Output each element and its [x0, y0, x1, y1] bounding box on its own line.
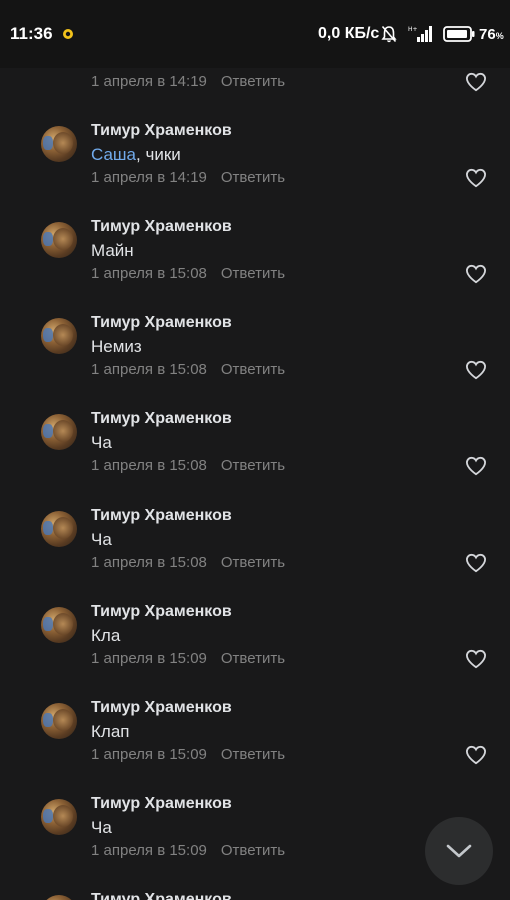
comment-meta: 1 апреля в 14:19 Ответить: [91, 169, 285, 186]
heart-icon[interactable]: [465, 168, 487, 188]
heart-icon[interactable]: [465, 745, 487, 765]
comment-item: Тимур Храменков Немиз 1 апреля в 15:08 От…: [0, 314, 510, 410]
comment-meta: 1 апреля в 15:08 Ответить: [91, 554, 285, 571]
comment-item: Тимур Храменков Клап 1 апреля в 15:09 Отв…: [0, 699, 510, 795]
heart-icon[interactable]: [465, 360, 487, 380]
mention-link[interactable]: Саша: [91, 145, 136, 164]
comment-meta: 1 апреля в 15:08 Ответить: [91, 457, 285, 474]
reply-button[interactable]: Ответить: [221, 842, 285, 859]
comment-meta: 1 апреля в 15:08 Ответить: [91, 361, 285, 378]
heart-icon[interactable]: [465, 456, 487, 476]
comment-text: Ча: [91, 818, 112, 837]
avatar[interactable]: [41, 126, 77, 162]
comment-text: Немиз: [91, 337, 142, 356]
status-time: 11:36: [10, 24, 53, 43]
comment-date: 1 апреля в 15:08: [91, 361, 207, 378]
comment-date: 1 апреля в 15:09: [91, 746, 207, 763]
reply-button[interactable]: Ответить: [221, 554, 285, 571]
comment-date: 1 апреля в 14:19: [91, 73, 207, 90]
heart-icon[interactable]: [465, 649, 487, 669]
comment-meta: 1 апреля в 15:09 Ответить: [91, 746, 285, 763]
comment-date: 1 апреля в 15:08: [91, 265, 207, 282]
comment-item: Тимур Храменков Саша, чики 1 апреля в 14…: [0, 122, 510, 218]
battery-icon: [443, 26, 475, 42]
heart-icon[interactable]: [465, 553, 487, 573]
avatar[interactable]: [41, 414, 77, 450]
heart-icon[interactable]: [465, 72, 487, 92]
comment-author[interactable]: Тимур Храменков: [91, 891, 232, 900]
avatar[interactable]: [41, 318, 77, 354]
comment-text: Ча: [91, 433, 112, 452]
comment-date: 1 апреля в 14:19: [91, 169, 207, 186]
avatar[interactable]: [41, 895, 77, 900]
status-bar: 11:36 0,0 КБ/с H+ 76%: [0, 0, 510, 68]
comment-author[interactable]: Тимур Храменков: [91, 795, 232, 813]
reply-button[interactable]: Ответить: [221, 265, 285, 282]
reply-button[interactable]: Ответить: [221, 361, 285, 378]
notification-app-icon: [63, 29, 73, 39]
comment-author[interactable]: Тимур Храменков: [91, 699, 232, 717]
reply-button[interactable]: Ответить: [221, 169, 285, 186]
comment-author[interactable]: Тимур Храменков: [91, 314, 232, 332]
reply-button[interactable]: Ответить: [221, 650, 285, 667]
heart-icon[interactable]: [465, 264, 487, 284]
reply-button[interactable]: Ответить: [221, 746, 285, 763]
comment-item: Тимур Храменков Майн 1 апреля в 15:08 Отв…: [0, 218, 510, 314]
comment-author[interactable]: Тимур Храменков: [91, 410, 232, 428]
battery-level: 76%: [479, 26, 504, 43]
comment-date: 1 апреля в 15:09: [91, 650, 207, 667]
comment-date: 1 апреля в 15:09: [91, 842, 207, 859]
reply-button[interactable]: Ответить: [221, 73, 285, 90]
comment-date: 1 апреля в 15:08: [91, 554, 207, 571]
comment-author[interactable]: Тимур Храменков: [91, 603, 232, 621]
comment-item: Тимур Храменков Ча 1 апреля в 15:08 Ответ…: [0, 410, 510, 506]
comment-item: Тимур Храменков Ча 1 апреля в 15:08 Ответ…: [0, 507, 510, 603]
avatar[interactable]: [41, 222, 77, 258]
avatar[interactable]: [41, 607, 77, 643]
comment-meta: 1 апреля в 15:09 Ответить: [91, 842, 285, 859]
comment-text: Клап: [91, 722, 130, 741]
chevron-down-icon: [446, 844, 472, 858]
avatar[interactable]: [41, 703, 77, 739]
comment-meta: 1 апреля в 14:19 Ответить: [91, 73, 285, 90]
network-speed: 0,0 КБ/с: [318, 25, 380, 42]
reply-button[interactable]: Ответить: [221, 457, 285, 474]
comment-author[interactable]: Тимур Храменков: [91, 122, 232, 140]
comment-text: Саша, чики: [91, 145, 181, 164]
comment-author[interactable]: Тимур Храменков: [91, 507, 232, 525]
avatar[interactable]: [41, 799, 77, 835]
comment-meta: 1 апреля в 15:09 Ответить: [91, 650, 285, 667]
comment-text: Кла: [91, 626, 121, 645]
svg-text:H+: H+: [408, 26, 418, 33]
comment-date: 1 апреля в 15:08: [91, 457, 207, 474]
scroll-down-button[interactable]: [425, 817, 493, 885]
avatar[interactable]: [41, 511, 77, 547]
comment-author[interactable]: Тимур Храменков: [91, 218, 232, 236]
bell-muted-icon: [381, 25, 397, 43]
comment-text: Майн: [91, 241, 134, 260]
signal-icon: H+: [408, 26, 432, 42]
comment-item: Тимур Храменков: [0, 891, 510, 900]
comment-item: Тимур Храменков Кла 1 апреля в 15:09 Отве…: [0, 603, 510, 699]
comment-text: Ча: [91, 530, 112, 549]
comment-meta: 1 апреля в 15:08 Ответить: [91, 265, 285, 282]
